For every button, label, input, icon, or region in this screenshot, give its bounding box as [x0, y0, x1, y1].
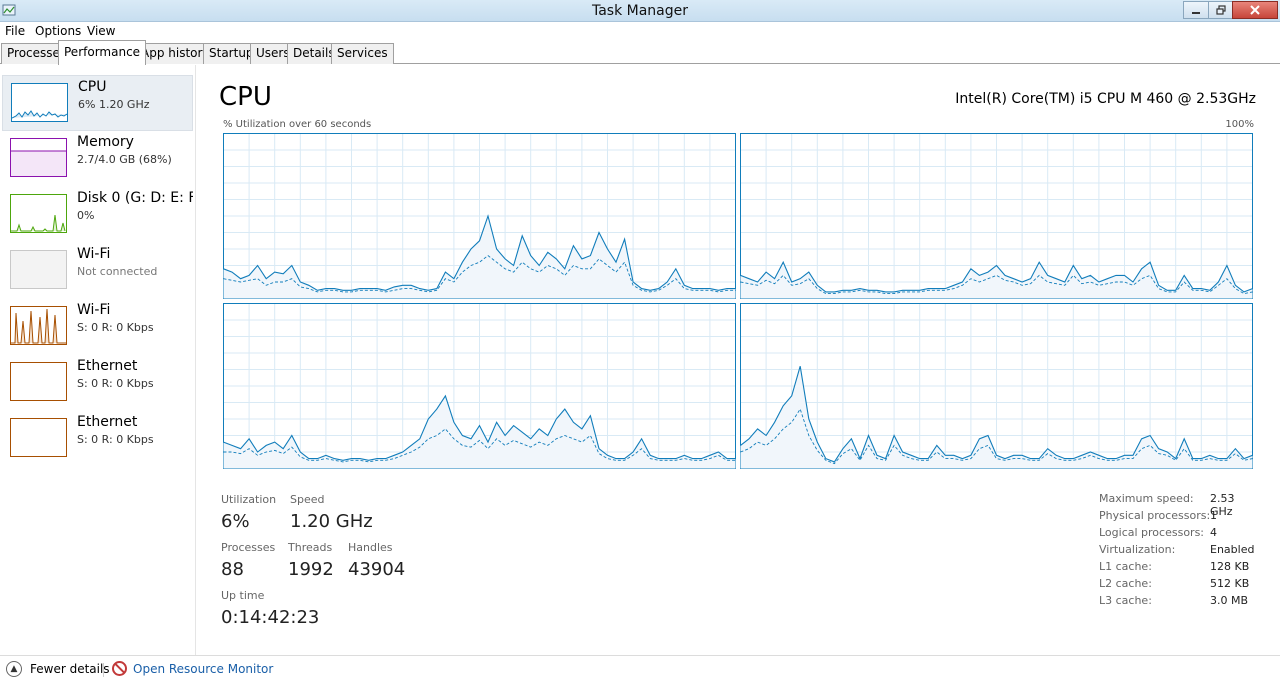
minimize-icon: [1192, 12, 1200, 14]
sidebar-ethernet-1-label: Ethernet: [77, 358, 138, 374]
cpu-graph-thumb: [11, 83, 68, 122]
tab-services[interactable]: Services: [331, 43, 394, 64]
spec-physical-processors: Physical processors: 1: [1099, 509, 1217, 522]
processes-label: Processes: [221, 541, 276, 554]
sidebar-memory-sub: 2.7/4.0 GB (68%): [77, 153, 172, 166]
sidebar-disk-sub: 0%: [77, 209, 95, 222]
open-resource-monitor-link[interactable]: Open Resource Monitor: [112, 661, 273, 676]
sidebar-ethernet-1-sub: S: 0 R: 0 Kbps: [77, 377, 154, 390]
speed-value: 1.20 GHz: [290, 511, 373, 532]
fewer-details-label: Fewer details: [30, 662, 110, 676]
utilization-label: Utilization: [221, 493, 277, 506]
spec-l1-cache: L1 cache: 128 KB: [1099, 560, 1250, 573]
sidebar-ethernet-2-sub: S: 0 R: 0 Kbps: [77, 433, 154, 446]
sidebar-item-cpu[interactable]: CPU 6% 1.20 GHz: [2, 75, 193, 131]
uptime-label: Up time: [221, 589, 265, 602]
utilization-value: 6%: [221, 511, 250, 532]
wifi-graph-thumb: [10, 250, 67, 289]
cpu-core-graph-2: [223, 303, 736, 469]
sidebar-cpu-sub: 6% 1.20 GHz: [78, 98, 150, 111]
graph-max-label: 100%: [1225, 119, 1254, 130]
memory-graph-thumb: [10, 138, 67, 177]
menu-file[interactable]: File: [5, 24, 25, 38]
cpu-core-graph-0: [223, 133, 736, 299]
menu-view[interactable]: View: [87, 24, 115, 38]
fewer-details-button[interactable]: ▲ Fewer details: [6, 661, 110, 677]
page-title: CPU: [219, 82, 272, 112]
sidebar-item-ethernet-1[interactable]: Ethernet S: 0 R: 0 Kbps: [2, 355, 193, 411]
sidebar-wifi-1-sub: Not connected: [77, 265, 158, 278]
wifi-graph-thumb: [10, 306, 67, 345]
sidebar-wifi-1-label: Wi-Fi: [77, 246, 111, 262]
sidebar-wifi-2-sub: S: 0 R: 0 Kbps: [77, 321, 154, 334]
chevron-up-icon: ▲: [6, 661, 22, 677]
cpu-graphs: [223, 133, 1254, 469]
cpu-model: Intel(R) Core(TM) i5 CPU M 460 @ 2.53GHz: [955, 91, 1256, 107]
tab-performance[interactable]: Performance: [58, 40, 147, 65]
close-button[interactable]: [1232, 1, 1278, 19]
restore-icon: [1215, 5, 1226, 15]
footer: ▲ Fewer details Open Resource Monitor: [0, 655, 1280, 690]
speed-label: Speed: [290, 493, 325, 506]
spec-logical-processors: Logical processors: 4: [1099, 526, 1217, 539]
footer-divider: [103, 663, 104, 677]
restore-button[interactable]: [1208, 1, 1233, 19]
threads-value: 1992: [288, 559, 334, 580]
handles-value: 43904: [348, 559, 406, 580]
sidebar-item-ethernet-2[interactable]: Ethernet S: 0 R: 0 Kbps: [2, 411, 193, 467]
sidebar-item-memory[interactable]: Memory 2.7/4.0 GB (68%): [2, 131, 193, 187]
sidebar-disk-label: Disk 0 (G: D: E: F: C:: [77, 190, 193, 206]
resource-sidebar: CPU 6% 1.20 GHz Memory 2.7/4.0 GB (68%) …: [0, 65, 196, 655]
handles-label: Handles: [348, 541, 393, 554]
spec-l2-cache: L2 cache: 512 KB: [1099, 577, 1250, 590]
title-bar: Task Manager: [0, 0, 1280, 22]
sidebar-item-wifi-2[interactable]: Wi-Fi S: 0 R: 0 Kbps: [2, 299, 193, 355]
spec-max-speed: Maximum speed: 2.53 GHz: [1099, 492, 1235, 518]
sidebar-ethernet-2-label: Ethernet: [77, 414, 138, 430]
spec-virtualization: Virtualization: Enabled: [1099, 543, 1255, 556]
open-resource-monitor-label: Open Resource Monitor: [133, 661, 274, 676]
resource-monitor-icon: [112, 661, 127, 676]
ethernet-graph-thumb: [10, 418, 67, 457]
minimize-button[interactable]: [1183, 1, 1209, 19]
sidebar-memory-label: Memory: [77, 134, 134, 150]
cpu-core-graph-3: [740, 303, 1253, 469]
tab-strip: Processes Performance App history Startu…: [0, 40, 1280, 65]
sidebar-wifi-2-label: Wi-Fi: [77, 302, 111, 318]
threads-label: Threads: [288, 541, 333, 554]
menu-options[interactable]: Options: [35, 24, 81, 38]
processes-value: 88: [221, 559, 244, 580]
sidebar-item-disk[interactable]: Disk 0 (G: D: E: F: C: 0%: [2, 187, 193, 243]
spec-l3-cache: L3 cache: 3.0 MB: [1099, 594, 1249, 607]
close-icon: [1250, 5, 1260, 15]
ethernet-graph-thumb: [10, 362, 67, 401]
disk-graph-thumb: [10, 194, 67, 233]
uptime-value: 0:14:42:23: [221, 607, 320, 628]
graph-caption: % Utilization over 60 seconds: [223, 119, 372, 130]
cpu-graph-grid: [223, 133, 1253, 469]
cpu-core-graph-1: [740, 133, 1253, 299]
sidebar-cpu-label: CPU: [78, 79, 107, 95]
menu-bar: File Options View: [0, 22, 1280, 40]
sidebar-item-wifi-1[interactable]: Wi-Fi Not connected: [2, 243, 193, 299]
performance-panel: CPU Intel(R) Core(TM) i5 CPU M 460 @ 2.5…: [196, 65, 1280, 655]
window-title: Task Manager: [591, 3, 689, 19]
